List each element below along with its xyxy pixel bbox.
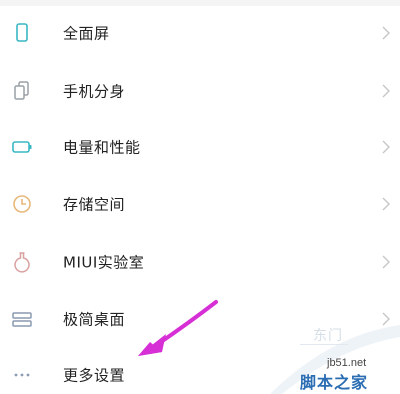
chevron-right-icon <box>381 83 391 99</box>
chevron-right-icon <box>381 25 391 41</box>
settings-row-full-screen[interactable]: 全面屏 <box>0 8 400 58</box>
more-dots-icon <box>8 361 36 389</box>
chevron-right-icon <box>381 196 391 212</box>
phone-icon <box>8 19 36 47</box>
dual-phone-icon <box>8 77 36 105</box>
settings-row-label: 电量和性能 <box>63 138 141 157</box>
annotation-arrow-icon <box>120 298 220 368</box>
settings-row-battery[interactable]: 电量和性能 <box>0 122 400 172</box>
settings-row-storage[interactable]: 存储空间 <box>0 179 400 229</box>
watermark-brand: 脚本之家 <box>300 373 369 392</box>
flask-icon <box>8 248 36 276</box>
settings-row-miui-lab[interactable]: MIUI实验室 <box>0 237 400 287</box>
settings-row-label: 极简桌面 <box>63 310 126 329</box>
watermark-divider <box>300 344 348 345</box>
settings-row-label: MIUI实验室 <box>63 253 145 272</box>
battery-icon <box>8 133 36 161</box>
chevron-right-icon <box>381 254 391 270</box>
settings-row-label: 全面屏 <box>63 24 110 43</box>
watermark-faint-text: 东门 <box>313 328 343 344</box>
storage-clock-icon <box>8 190 36 218</box>
watermark-site: jb51.net <box>327 357 367 369</box>
chevron-right-icon <box>381 139 391 155</box>
section-divider <box>0 0 400 6</box>
settings-screen: 全面屏 手机分身 电量和性能 存储空间 MIUI实验室 极简桌面 更多设置 东门… <box>0 0 400 394</box>
settings-row-label: 手机分身 <box>63 82 126 101</box>
simple-desktop-icon <box>8 305 36 333</box>
settings-row-label: 存储空间 <box>63 195 126 214</box>
settings-row-label: 更多设置 <box>63 366 126 385</box>
settings-row-dual-apps[interactable]: 手机分身 <box>0 66 400 116</box>
